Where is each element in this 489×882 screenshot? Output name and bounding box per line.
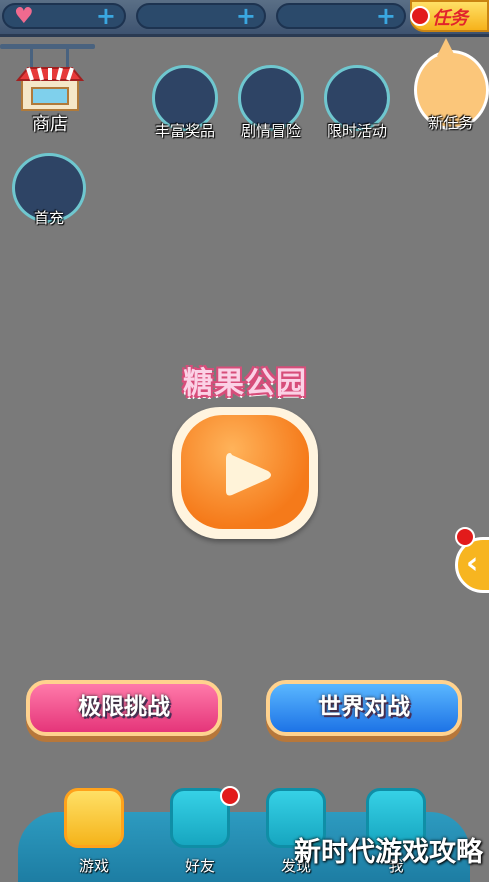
game-title-text: 糖果公园 [183,366,307,401]
task-tab-label: 任务 [432,8,468,29]
nav-game-label: 游戏 [78,857,109,875]
side-notification-dot [455,527,475,547]
nav-friends-label: 好友 [184,857,215,875]
gems-counter[interactable]: + [276,3,406,29]
extreme-challenge-label: 极限挑战 [78,694,170,720]
shop-hanger-bar [0,44,95,49]
add-lives-plus-icon[interactable]: + [96,4,116,28]
shop-hanger-rope [30,48,33,68]
game-title: 糖果公园 [160,362,330,406]
nav-game-button[interactable] [64,788,124,848]
add-gems-plus-icon[interactable]: + [376,4,396,28]
watermark-text: 新时代游戏攻略 [294,837,483,868]
extreme-challenge-button[interactable]: 极限挑战 [26,680,222,736]
add-coins-plus-icon[interactable]: + [236,4,256,28]
heart-icon: ♥ [14,4,34,29]
coins-counter[interactable]: + [136,3,266,29]
new-task-label: 新任务 [428,114,474,132]
limited-event-label: 限时活动 [326,122,387,140]
first-recharge-label: 首充 [33,209,64,227]
world-battle-label: 世界对战 [318,694,410,720]
chevron-left-icon: ‹ [466,546,479,581]
shop-label: 商店 [32,114,68,135]
story-adventure-label: 剧情冒险 [240,122,301,140]
shop-icon [15,67,85,111]
shop-button[interactable]: 商店 [14,66,86,135]
lives-counter[interactable]: ♥ + [2,3,126,29]
play-icon [226,453,271,496]
friends-notification-dot [220,786,240,806]
play-button[interactable] [172,407,318,539]
task-notification-dot [410,6,430,26]
new-task-bubble-tail [437,38,455,56]
world-battle-button[interactable]: 世界对战 [266,680,462,736]
shop-hanger-rope [66,48,69,68]
rich-prizes-label: 丰富奖品 [154,122,215,140]
